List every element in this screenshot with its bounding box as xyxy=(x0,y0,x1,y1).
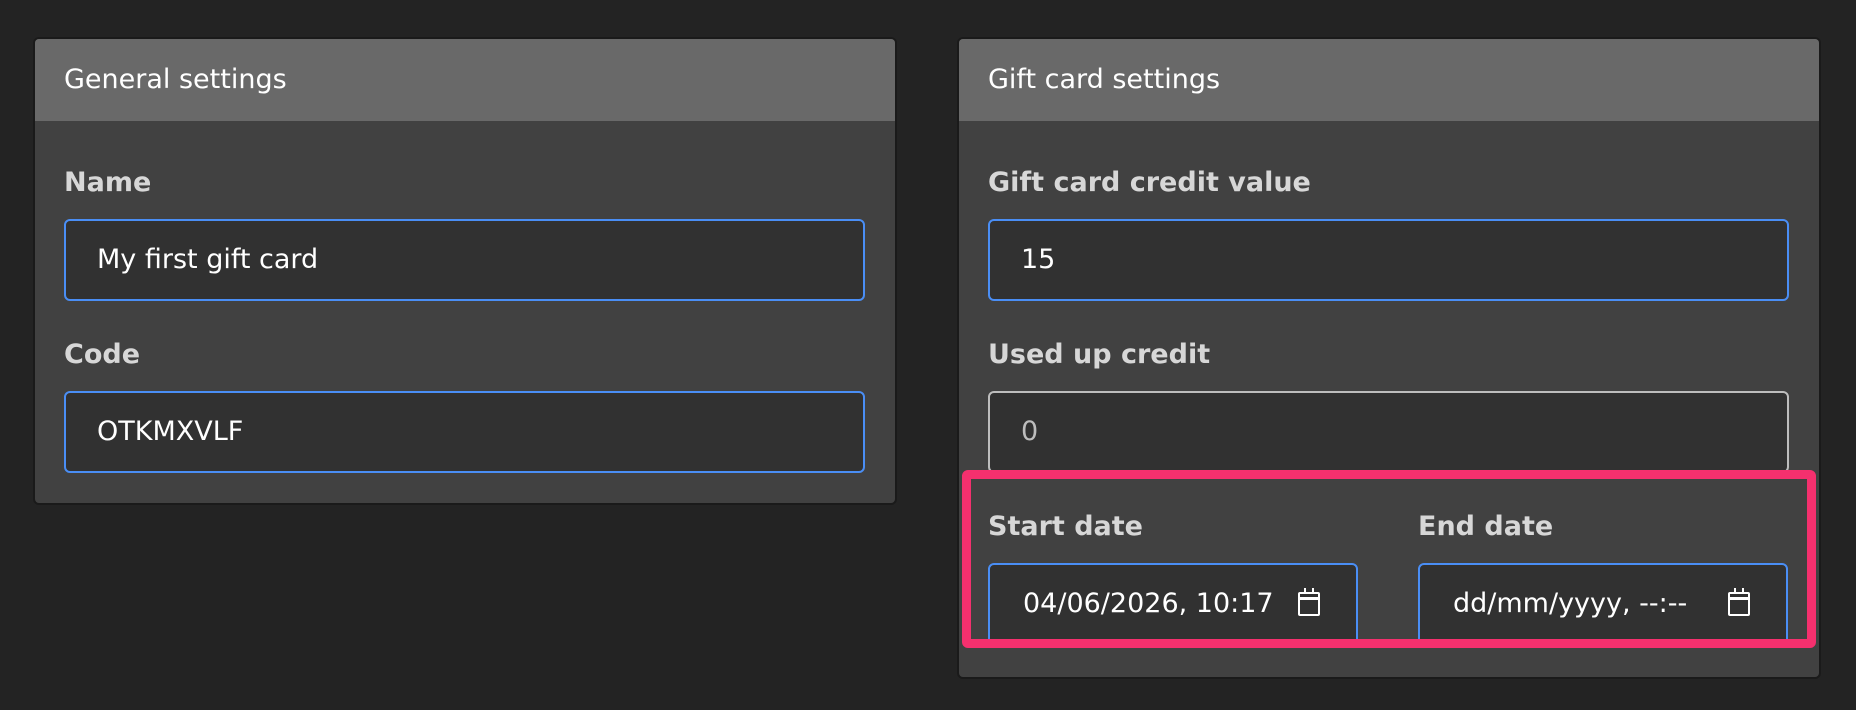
code-input[interactable]: OTKMXVLF xyxy=(64,391,865,473)
start-date-value: 04/06/2026, 10:17 xyxy=(1023,588,1274,619)
start-date-label: Start date xyxy=(988,511,1143,542)
general-settings-panel: General settings Name My first gift card… xyxy=(33,37,897,505)
calendar-icon[interactable] xyxy=(1298,588,1320,616)
used-credit-field: Used up credit 0 xyxy=(988,335,1789,473)
end-date-input[interactable]: dd/mm/yyyy, --:-- xyxy=(1418,563,1788,645)
name-label: Name xyxy=(64,167,152,198)
name-field: Name My first gift card xyxy=(64,163,865,301)
credit-value-field: Gift card credit value 15 xyxy=(988,163,1789,301)
credit-value-input[interactable]: 15 xyxy=(988,219,1789,301)
credit-value-label: Gift card credit value xyxy=(988,167,1311,198)
calendar-icon[interactable] xyxy=(1728,588,1750,616)
general-settings-header: General settings xyxy=(35,39,895,121)
used-credit-input[interactable]: 0 xyxy=(988,391,1789,473)
start-date-field: Start date 04/06/2026, 10:17 xyxy=(988,507,1358,645)
used-credit-label: Used up credit xyxy=(988,339,1211,370)
end-date-field: End date dd/mm/yyyy, --:-- xyxy=(1418,507,1788,645)
start-date-input[interactable]: 04/06/2026, 10:17 xyxy=(988,563,1358,645)
end-date-placeholder: dd/mm/yyyy, --:-- xyxy=(1453,588,1688,619)
gift-card-settings-panel: Gift card settings Gift card credit valu… xyxy=(957,37,1821,679)
name-input[interactable]: My first gift card xyxy=(64,219,865,301)
gift-card-settings-header: Gift card settings xyxy=(959,39,1819,121)
code-label: Code xyxy=(64,339,141,370)
end-date-label: End date xyxy=(1418,511,1554,542)
code-field: Code OTKMXVLF xyxy=(64,335,865,473)
